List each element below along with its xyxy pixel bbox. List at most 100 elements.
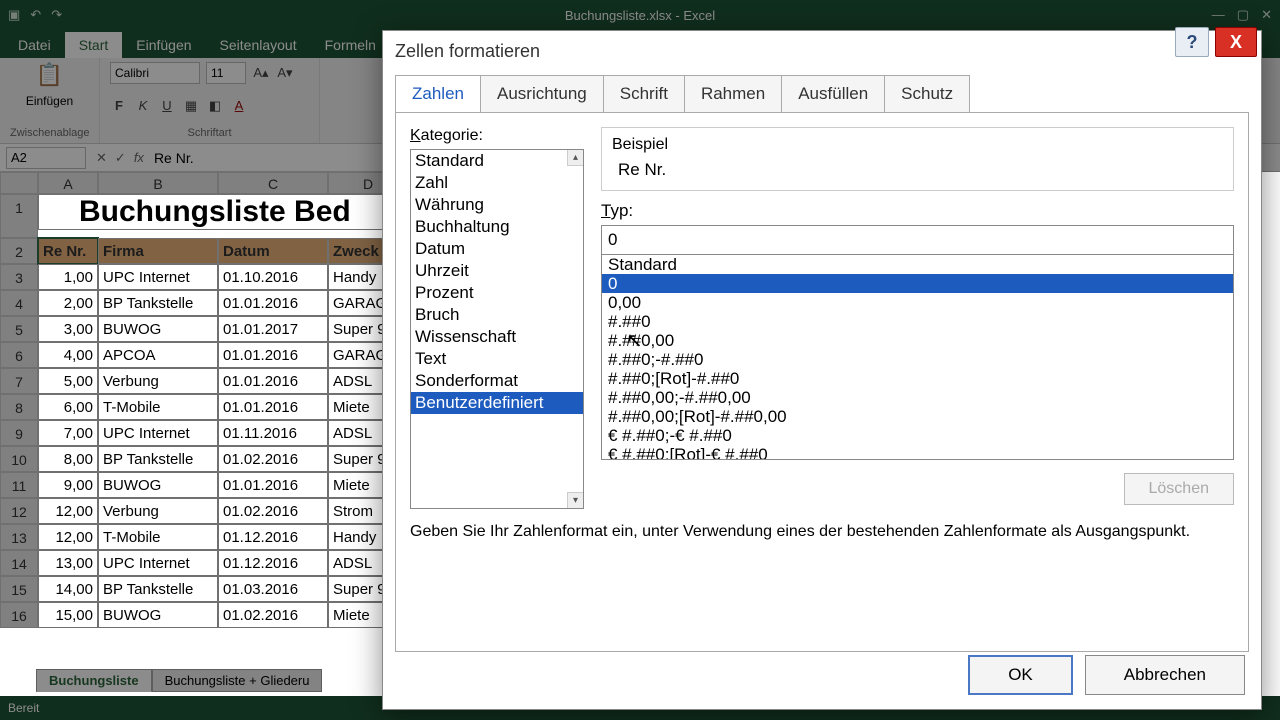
type-listbox[interactable]: Standard00,00#.##0#.##0,00#.##0;-#.##0#.… <box>601 254 1234 460</box>
row-header[interactable]: 11 <box>0 472 38 498</box>
cell[interactable]: 4,00 <box>38 342 98 368</box>
header-cell[interactable]: Re Nr. <box>38 238 98 264</box>
header-cell[interactable]: Firma <box>98 238 218 264</box>
enter-formula-icon[interactable]: ✓ <box>115 150 126 166</box>
border-icon[interactable]: ▦ <box>182 97 200 115</box>
formula-input[interactable] <box>144 150 335 166</box>
category-item[interactable]: Standard <box>411 150 583 172</box>
cell[interactable]: UPC Internet <box>98 550 218 576</box>
ribbon-tab-start[interactable]: Start <box>65 32 123 58</box>
type-item[interactable]: #.##0,00;-#.##0,00 <box>602 388 1233 407</box>
ribbon-tab-formeln[interactable]: Formeln <box>311 32 390 58</box>
tab-schutz[interactable]: Schutz <box>884 75 970 112</box>
paste-icon[interactable]: 📋 <box>36 62 63 88</box>
close-button[interactable]: X <box>1215 27 1257 57</box>
tab-ausfuellen[interactable]: Ausfüllen <box>781 75 885 112</box>
cell[interactable]: 01.01.2016 <box>218 394 328 420</box>
row-header[interactable]: 8 <box>0 394 38 420</box>
cell[interactable]: UPC Internet <box>98 420 218 446</box>
cancel-button[interactable]: Abbrechen <box>1085 655 1245 695</box>
underline-icon[interactable]: U <box>158 97 176 115</box>
category-item[interactable]: Sonderformat <box>411 370 583 392</box>
cell[interactable]: 14,00 <box>38 576 98 602</box>
cell[interactable]: Verbung <box>98 368 218 394</box>
col-header[interactable]: B <box>98 172 218 194</box>
category-item[interactable]: Wissenschaft <box>411 326 583 348</box>
type-item[interactable]: #.##0 <box>602 312 1233 331</box>
maximize-icon[interactable]: ▢ <box>1237 7 1249 23</box>
sheet-title-cell[interactable]: Buchungsliste Bed <box>38 194 408 230</box>
cell[interactable]: 01.11.2016 <box>218 420 328 446</box>
cell[interactable]: 5,00 <box>38 368 98 394</box>
tab-rahmen[interactable]: Rahmen <box>684 75 782 112</box>
cell[interactable]: 6,00 <box>38 394 98 420</box>
cell[interactable]: APCOA <box>98 342 218 368</box>
bold-icon[interactable]: F <box>110 97 128 115</box>
category-listbox[interactable]: ▴ StandardZahlWährungBuchhaltungDatumUhr… <box>410 149 584 509</box>
cancel-formula-icon[interactable]: ✕ <box>96 150 107 166</box>
cell[interactable]: 3,00 <box>38 316 98 342</box>
cell[interactable]: BP Tankstelle <box>98 446 218 472</box>
type-item[interactable]: € #.##0;[Rot]-€ #.##0 <box>602 445 1233 460</box>
row-header[interactable]: 6 <box>0 342 38 368</box>
category-item[interactable]: Währung <box>411 194 583 216</box>
name-box[interactable] <box>6 147 86 169</box>
cell[interactable]: 2,00 <box>38 290 98 316</box>
category-item[interactable]: Uhrzeit <box>411 260 583 282</box>
ok-button[interactable]: OK <box>968 655 1073 695</box>
row-header[interactable]: 14 <box>0 550 38 576</box>
row-header[interactable]: 4 <box>0 290 38 316</box>
cell[interactable]: BP Tankstelle <box>98 576 218 602</box>
col-header[interactable]: C <box>218 172 328 194</box>
type-item[interactable]: #.##0;[Rot]-#.##0 <box>602 369 1233 388</box>
dialog-title-bar[interactable]: Zellen formatieren ? X <box>383 31 1261 71</box>
cell[interactable]: 01.02.2016 <box>218 446 328 472</box>
italic-icon[interactable]: K <box>134 97 152 115</box>
fx-icon[interactable]: fx <box>134 150 144 165</box>
col-header[interactable]: A <box>38 172 98 194</box>
cell[interactable]: BUWOG <box>98 316 218 342</box>
header-cell[interactable]: Datum <box>218 238 328 264</box>
font-size-selector[interactable] <box>206 62 246 84</box>
row-header[interactable]: 12 <box>0 498 38 524</box>
sheet-tab[interactable]: Buchungsliste + Gliederu <box>152 669 323 692</box>
cell[interactable]: 01.12.2016 <box>218 524 328 550</box>
cell[interactable]: 01.01.2016 <box>218 342 328 368</box>
redo-icon[interactable]: ↷ <box>51 7 62 23</box>
ribbon-tab-einfuegen[interactable]: Einfügen <box>122 32 205 58</box>
cell[interactable]: 7,00 <box>38 420 98 446</box>
type-item[interactable]: #.##0,00 <box>602 331 1233 350</box>
increase-font-icon[interactable]: A▴ <box>252 64 270 82</box>
sheet-tab[interactable]: Buchungsliste <box>36 669 152 692</box>
cell[interactable]: 01.10.2016 <box>218 264 328 290</box>
row-header[interactable]: 5 <box>0 316 38 342</box>
cell[interactable]: Verbung <box>98 498 218 524</box>
cell[interactable]: 01.02.2016 <box>218 498 328 524</box>
cell[interactable]: 01.01.2016 <box>218 472 328 498</box>
tab-ausrichtung[interactable]: Ausrichtung <box>480 75 604 112</box>
type-item[interactable]: #.##0;-#.##0 <box>602 350 1233 369</box>
scroll-up-icon[interactable]: ▴ <box>567 150 583 166</box>
row-header[interactable]: 3 <box>0 264 38 290</box>
font-name-selector[interactable] <box>110 62 200 84</box>
category-item[interactable]: Datum <box>411 238 583 260</box>
cell[interactable]: BUWOG <box>98 472 218 498</box>
cell[interactable]: BP Tankstelle <box>98 290 218 316</box>
category-item[interactable]: Text <box>411 348 583 370</box>
close-icon[interactable]: ✕ <box>1261 7 1272 23</box>
undo-icon[interactable]: ↶ <box>30 7 41 23</box>
decrease-font-icon[interactable]: A▾ <box>276 64 294 82</box>
row-header[interactable]: 16 <box>0 602 38 628</box>
row-header[interactable]: 1 <box>0 194 38 238</box>
tab-zahlen[interactable]: Zahlen <box>395 75 481 112</box>
tab-schrift[interactable]: Schrift <box>603 75 685 112</box>
file-tab[interactable]: Datei <box>4 32 65 58</box>
type-item[interactable]: 0,00 <box>602 293 1233 312</box>
category-item[interactable]: Buchhaltung <box>411 216 583 238</box>
cell[interactable]: T-Mobile <box>98 394 218 420</box>
row-header[interactable]: 2 <box>0 238 38 264</box>
cell[interactable]: 01.02.2016 <box>218 602 328 628</box>
type-item[interactable]: 0 <box>602 274 1233 293</box>
cell[interactable]: BUWOG <box>98 602 218 628</box>
cell[interactable]: 01.03.2016 <box>218 576 328 602</box>
